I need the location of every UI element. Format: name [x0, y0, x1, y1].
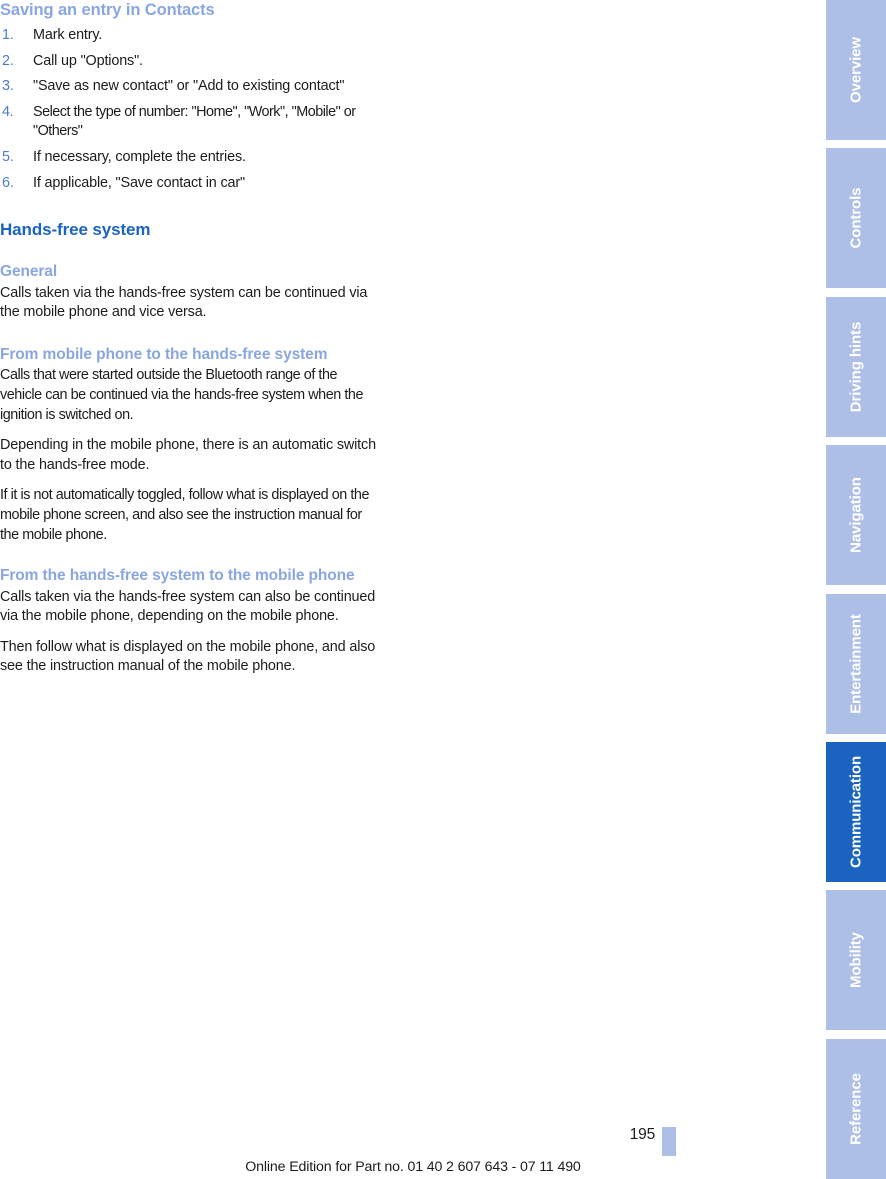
tab-label: Entertainment: [847, 614, 865, 714]
step-text: If applicable, "Save contact in car": [33, 174, 245, 191]
step-number: 6.: [2, 174, 14, 191]
online-edition-note: Online Edition for Part no. 01 40 2 607 …: [245, 1159, 581, 1175]
chapter-heading: Hands-free system: [0, 220, 151, 240]
paragraph: Depending in the mobile phone, there is …: [0, 437, 376, 473]
page-number-marker-bar: [662, 1127, 676, 1156]
step-text: Select the type of number: "Home", "Work…: [33, 103, 356, 140]
tab-reference[interactable]: Reference: [826, 1039, 886, 1179]
text-column: Saving an entry in Contacts 1. Mark entr…: [0, 0, 380, 677]
list-item: 2. Call up "Options".: [0, 52, 380, 72]
subsection-heading-from-hands-free-system: From the hands-free system to the mobile…: [0, 567, 355, 585]
step-number: 5.: [2, 148, 14, 165]
step-number: 3.: [2, 78, 14, 95]
tab-label: Mobility: [847, 932, 865, 988]
chapter-tab-rail: Overview Controls Driving hints Navigati…: [826, 0, 886, 1179]
list-item: 1. Mark entry.: [0, 26, 380, 46]
tab-label: Controls: [847, 187, 865, 249]
list-item: 4. Select the type of number: "Home", "W…: [0, 103, 380, 142]
tab-navigation[interactable]: Navigation: [826, 445, 886, 585]
step-text: "Save as new contact" or "Add to existin…: [33, 78, 345, 95]
step-text: Mark entry.: [33, 27, 103, 43]
page-number: 195: [629, 1126, 655, 1143]
subsection-heading-general: General: [0, 263, 58, 281]
paragraph: If it is not automatically toggled, foll…: [0, 487, 370, 543]
list-item: 6. If applicable, "Save contact in car": [0, 174, 380, 194]
tab-controls[interactable]: Controls: [826, 148, 886, 288]
tab-entertainment[interactable]: Entertainment: [826, 594, 886, 734]
tab-communication[interactable]: Communication: [826, 742, 886, 882]
manual-page: Saving an entry in Contacts 1. Mark entr…: [0, 0, 826, 1179]
tab-label: Navigation: [847, 477, 865, 553]
tab-overview[interactable]: Overview: [826, 0, 886, 140]
tab-driving-hints[interactable]: Driving hints: [826, 297, 886, 437]
paragraph: Calls that were started outside the Blue…: [0, 367, 364, 423]
step-number: 1.: [2, 27, 14, 43]
paragraph: Calls taken via the hands-free system ca…: [0, 284, 368, 321]
tab-mobility[interactable]: Mobility: [826, 890, 886, 1030]
paragraph: Calls taken via the hands-free system ca…: [0, 588, 376, 625]
tab-label: Driving hints: [847, 321, 865, 413]
step-text: Call up "Options".: [33, 52, 143, 69]
tab-label: Overview: [847, 37, 865, 103]
step-number: 2.: [2, 52, 14, 69]
subsection-heading-from-mobile-phone: From mobile phone to the hands-free syst…: [0, 345, 328, 363]
tab-label: Reference: [847, 1073, 865, 1145]
page-title: Saving an entry in Contacts: [0, 1, 215, 19]
list-item: 3. "Save as new contact" or "Add to exis…: [0, 77, 380, 97]
paragraph: Then follow what is displayed on the mob…: [0, 638, 376, 675]
step-number: 4.: [2, 103, 14, 120]
step-text: If necessary, complete the entries.: [33, 148, 246, 165]
procedure-step-list: 1. Mark entry. 2. Call up "Options". 3. …: [0, 26, 380, 193]
tab-label: Communication: [847, 755, 865, 869]
list-item: 5. If necessary, complete the entries.: [0, 148, 380, 168]
